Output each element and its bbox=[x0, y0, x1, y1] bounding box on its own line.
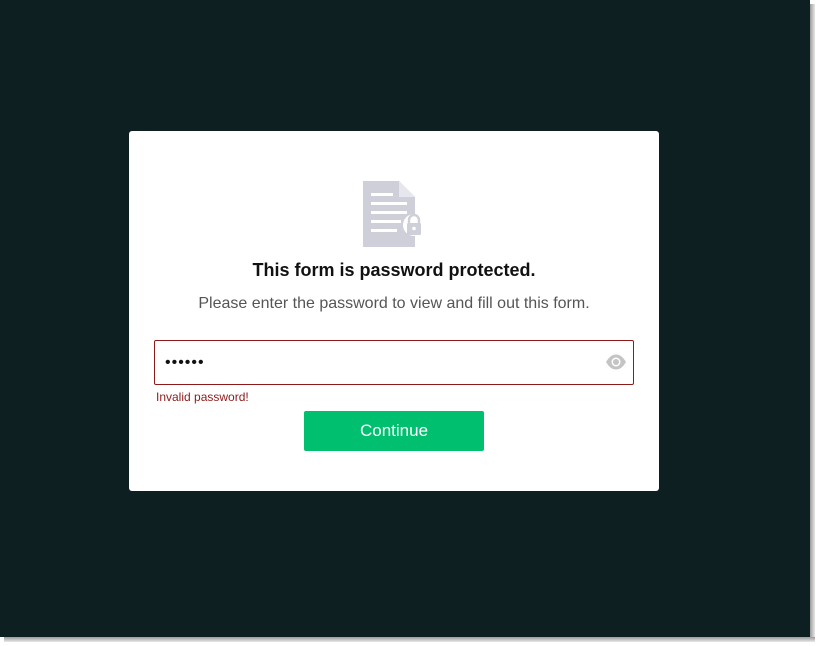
dialog-title: This form is password protected. bbox=[252, 260, 536, 280]
password-field bbox=[154, 340, 634, 385]
window-shadow-bottom bbox=[4, 637, 815, 642]
dialog-subtitle: Please enter the password to view and fi… bbox=[198, 295, 590, 312]
password-error-message: Invalid password! bbox=[156, 390, 249, 404]
eye-icon[interactable] bbox=[605, 353, 627, 371]
continue-button[interactable]: Continue bbox=[304, 411, 484, 451]
password-dialog: This form is password protected. Please … bbox=[129, 131, 659, 491]
page-backdrop: This form is password protected. Please … bbox=[0, 0, 810, 637]
password-input[interactable] bbox=[165, 341, 595, 384]
locked-document-icon bbox=[363, 181, 425, 247]
window-shadow-right bbox=[810, 4, 815, 641]
